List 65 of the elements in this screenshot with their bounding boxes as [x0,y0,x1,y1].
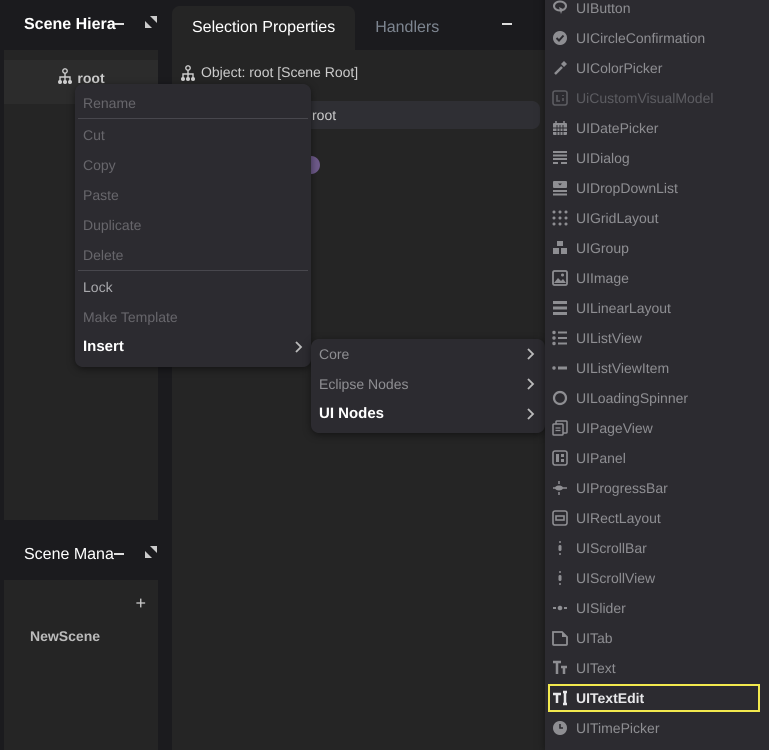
chevron-right-icon [527,408,535,420]
panel-title: Scene Hiera [24,15,116,35]
panel-tab[interactable]: Handlers [355,6,460,50]
node-item[interactable]: UILoadingSpinner [545,383,769,413]
dialog-icon [552,150,568,166]
node-item[interactable]: UIListViewItem [545,353,769,383]
panel-tab[interactable]: Selection Properties [172,6,356,50]
node-item[interactable]: UITextEdit [548,684,760,712]
node-item[interactable]: UIListView [545,323,769,353]
scrollbar-icon [558,540,562,556]
dropdown-icon [552,180,568,196]
node-item[interactable]: UIDatePicker [545,113,769,143]
menu-item[interactable]: Lock [75,272,311,302]
tab-icon [552,630,568,646]
scrollbar-icon [558,570,562,586]
object-label: Object: root [Scene Root] [201,63,358,82]
hierarchy-icon [180,64,196,80]
add-button[interactable]: + [135,594,146,612]
node-item[interactable]: UIGridLayout [545,203,769,233]
progress-bar-icon [552,480,568,496]
node-item[interactable]: UIPageView [545,413,769,443]
pages-icon [552,420,568,436]
node-item[interactable]: UIColorPicker [545,53,769,83]
node-item[interactable]: UICircleConfirmation [545,23,769,53]
node-item[interactable]: UIProgressBar [545,473,769,503]
node-item[interactable]: UISlider [545,593,769,623]
chevron-right-icon [527,348,535,360]
hierarchy-icon [57,68,74,84]
grid-icon [552,210,568,226]
list-icon [552,330,568,346]
node-item[interactable]: UILinearLayout [545,293,769,323]
chevron-right-icon [527,378,535,390]
bars-icon [552,300,568,316]
node-item[interactable]: UIText [545,653,769,683]
expand-icon[interactable] [145,16,157,28]
image-icon [552,270,568,286]
text-edit-icon [552,690,568,706]
menu-item[interactable]: UI Nodes [319,402,384,426]
node-item[interactable]: UIRectLayout [545,503,769,533]
text-icon [552,660,568,676]
panel-icon [552,450,568,466]
node-item[interactable]: UIScrollBar [545,533,769,563]
menu-item[interactable]: Core [319,344,350,364]
check-circle-icon [552,30,568,46]
eyedropper-icon [552,60,568,76]
chevron-right-icon [295,341,303,353]
clock-icon [552,720,568,736]
spinner-icon [552,390,568,406]
node-item[interactable]: UIDropDownList [545,173,769,203]
scene-item[interactable]: NewScene [4,612,158,647]
node-item[interactable]: UIImage [545,263,769,293]
expand-icon[interactable] [145,546,157,558]
node-item[interactable]: UIGroup [545,233,769,263]
calendar-icon [552,120,568,136]
node-item[interactable]: UIScrollView [545,563,769,593]
button-icon [552,0,568,16]
node-item[interactable]: UIButton [545,0,769,23]
node-item[interactable]: UIDialog [545,143,769,173]
menu-item[interactable]: Eclipse Nodes [319,374,408,394]
node-item[interactable]: UIPanel [545,443,769,473]
panel-title: Scene Mana [24,545,115,565]
node-item[interactable]: UITab [545,623,769,653]
menu-item[interactable]: Insert [75,332,311,362]
node-item[interactable]: UITimePicker [545,713,769,743]
rect-layout-icon [552,510,568,526]
